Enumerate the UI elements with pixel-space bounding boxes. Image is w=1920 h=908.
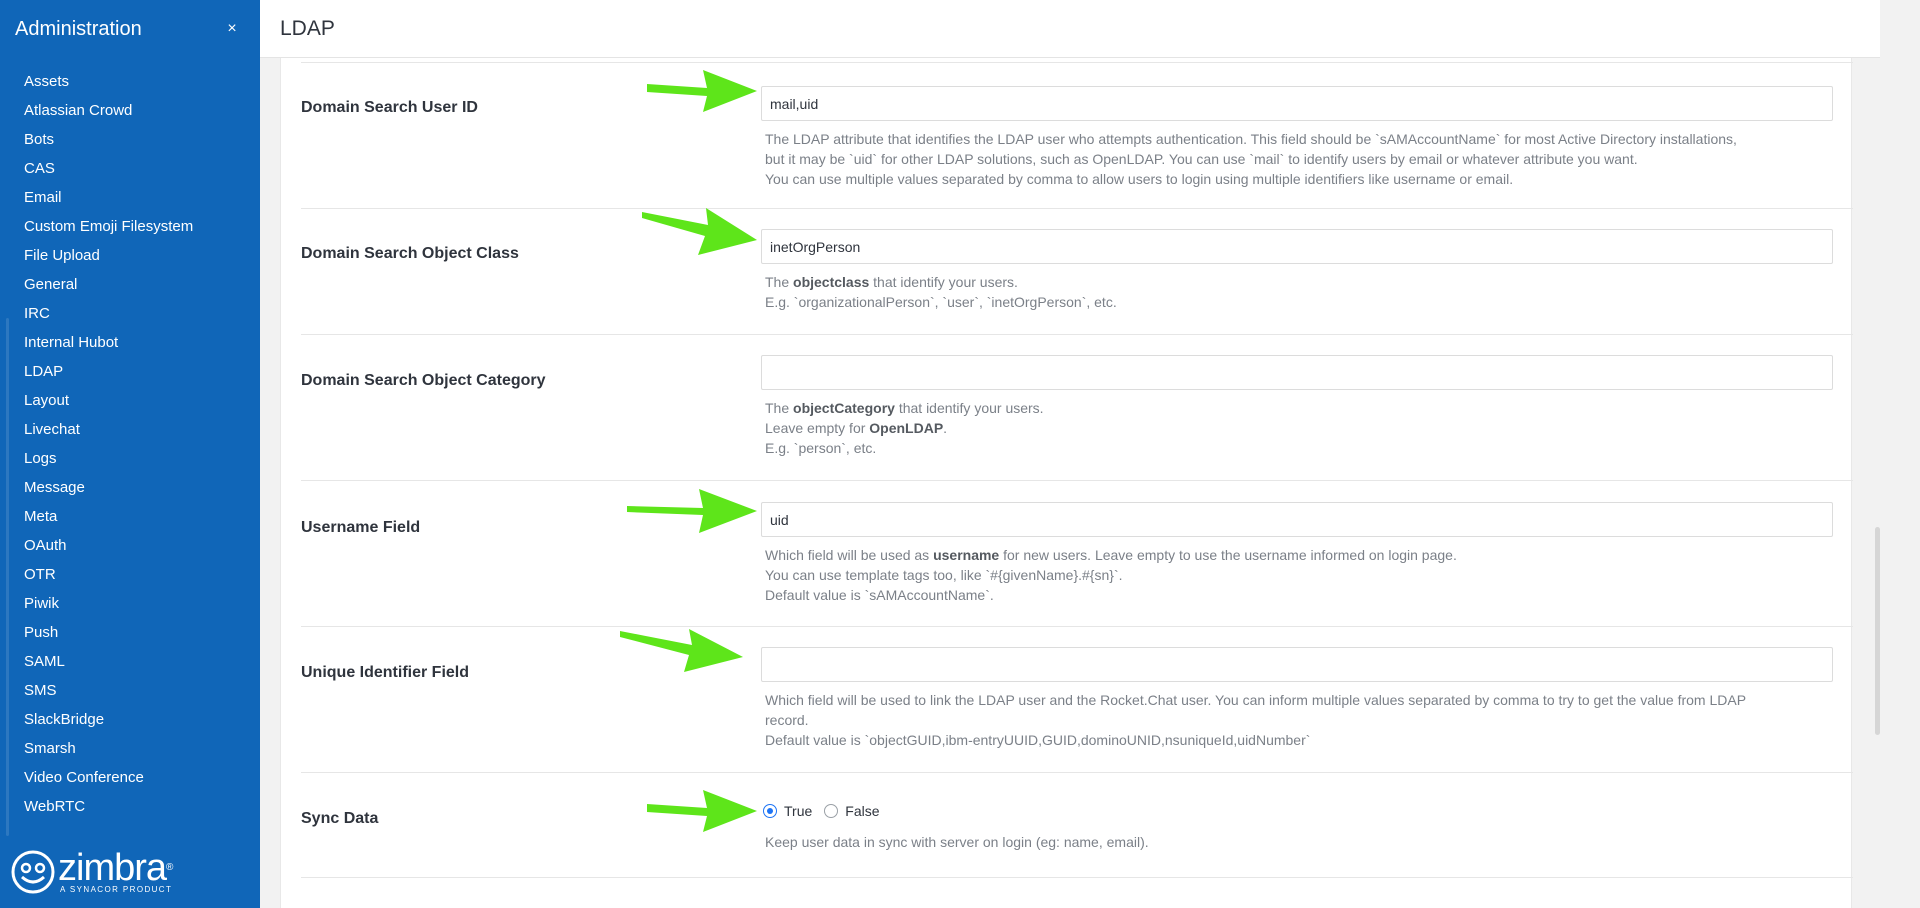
arrow-annotation-icon: [620, 629, 743, 672]
sidebar-item-logs[interactable]: Logs: [0, 444, 260, 473]
setting-domain-search-user-id: Domain Search User ID The LDAP attribute…: [301, 63, 1853, 209]
setting-unique-identifier-field: Unique Identifier Field Which field will…: [301, 627, 1853, 773]
sidebar-item-smarsh[interactable]: Smarsh: [0, 734, 260, 763]
domain-search-user-id-input[interactable]: [761, 86, 1833, 121]
sidebar-item-custom-emoji-filesystem[interactable]: Custom Emoji Filesystem: [0, 212, 260, 241]
description-line: The LDAP attribute that identifies the L…: [765, 131, 1737, 147]
sidebar-item-video-conference[interactable]: Video Conference: [0, 763, 260, 792]
arrow-annotation-icon: [647, 70, 757, 112]
sidebar-item-sms[interactable]: SMS: [0, 676, 260, 705]
setting-label: Domain Search Object Category: [301, 372, 546, 389]
sidebar-item-meta[interactable]: Meta: [0, 502, 260, 531]
brand-name: zimbra: [58, 847, 167, 889]
setting-label: Domain Search Object Class: [301, 245, 519, 262]
sync-data-false-radio[interactable]: [824, 804, 839, 818]
domain-search-object-category-input[interactable]: [761, 355, 1833, 390]
setting-description: The objectCategory that identify your us…: [761, 398, 1821, 458]
description-line: E.g. `person`, etc.: [765, 440, 877, 456]
sidebar-header: Administration ×: [0, 0, 260, 58]
setting-description: Which field will be used to link the LDA…: [761, 690, 1821, 750]
sidebar-item-oauth[interactable]: OAuth: [0, 531, 260, 560]
radio-label-true[interactable]: True: [784, 803, 812, 819]
sidebar-title: Administration: [15, 17, 142, 40]
description-line: E.g. `organizationalPerson`, `user`, `in…: [765, 294, 1117, 310]
description-line: You can use multiple values separated by…: [765, 171, 1514, 187]
page-header: LDAP: [260, 0, 1880, 58]
description-line: Leave empty for OpenLDAP.: [765, 420, 948, 436]
sidebar-item-push[interactable]: Push: [0, 618, 260, 647]
description-line: Default value is `sAMAccountName`.: [765, 587, 994, 603]
domain-search-object-class-input[interactable]: [761, 229, 1833, 264]
sidebar-item-cas[interactable]: CAS: [0, 154, 260, 183]
setting-label: Sync Data: [301, 810, 379, 827]
setting-label: Username Field: [301, 519, 421, 536]
sidebar-scrollbar[interactable]: [6, 318, 9, 836]
description-line: Which field will be used to link the LDA…: [765, 692, 1747, 708]
sidebar-item-general[interactable]: General: [0, 270, 260, 299]
radio-label-false[interactable]: False: [845, 803, 879, 819]
sidebar-item-bots[interactable]: Bots: [0, 125, 260, 154]
sidebar-item-webrtc[interactable]: WebRTC: [0, 792, 260, 821]
unique-identifier-field-input[interactable]: [761, 647, 1833, 682]
admin-sidebar: Administration × Assets Atlassian Crowd Bo…: [0, 0, 260, 908]
description-line: record.: [765, 712, 809, 728]
description-line: but it may be `uid` for other LDAP solut…: [765, 151, 1638, 167]
sidebar-item-otr[interactable]: OTR: [0, 560, 260, 589]
main-area: LDAP Domain Search User ID The LDAP attr…: [260, 0, 1880, 908]
arrow-annotation-icon: [627, 489, 757, 533]
setting-sync-data: Sync Data True False Keep user data in s…: [301, 773, 1853, 878]
main-scrollbar[interactable]: [1875, 527, 1880, 735]
brand-tagline: A SYNACOR PRODUCT: [60, 885, 173, 894]
sidebar-item-email[interactable]: Email: [0, 183, 260, 212]
description-line: The objectCategory that identify your us…: [765, 400, 1044, 416]
sidebar-item-saml[interactable]: SAML: [0, 647, 260, 676]
setting-domain-search-object-category: Domain Search Object Category The object…: [301, 335, 1853, 481]
arrow-annotation-icon: [642, 208, 757, 255]
sidebar-nav: Assets Atlassian Crowd Bots CAS Email Custom …: [0, 58, 260, 821]
sidebar-item-ldap[interactable]: LDAP: [0, 357, 260, 386]
setting-username-field: Username Field Which field will be used …: [301, 481, 1853, 627]
description-line: You can use template tags too, like `#{g…: [765, 567, 1123, 583]
setting-description: The objectclass that identify your users…: [761, 272, 1821, 312]
sidebar-item-assets[interactable]: Assets: [0, 67, 260, 96]
sidebar-item-message[interactable]: Message: [0, 473, 260, 502]
settings-panel: Domain Search User ID The LDAP attribute…: [280, 58, 1853, 908]
description-line: The objectclass that identify your users…: [765, 274, 1018, 290]
setting-description: Keep user data in sync with server on lo…: [765, 834, 1149, 850]
sidebar-item-irc[interactable]: IRC: [0, 299, 260, 328]
description-line: Which field will be used as username for…: [765, 547, 1457, 563]
sidebar-item-atlassian-crowd[interactable]: Atlassian Crowd: [0, 96, 260, 125]
sidebar-item-file-upload[interactable]: File Upload: [0, 241, 260, 270]
sync-data-true-radio[interactable]: [763, 804, 777, 818]
close-icon[interactable]: ×: [222, 20, 242, 38]
zimbra-logo: zimbra® A SYNACOR PRODUCT: [10, 848, 210, 896]
sidebar-item-slackbridge[interactable]: SlackBridge: [0, 705, 260, 734]
sync-data-radio-group: True False: [761, 801, 1833, 821]
setting-domain-search-object-class: Domain Search Object Class The objectcla…: [301, 209, 1853, 335]
username-field-input[interactable]: [761, 502, 1833, 537]
description-line: Default value is `objectGUID,ibm-entryUU…: [765, 732, 1311, 748]
arrow-annotation-icon: [647, 790, 757, 832]
setting-description: The LDAP attribute that identifies the L…: [761, 129, 1821, 189]
page-title: LDAP: [280, 16, 335, 40]
setting-label: Unique Identifier Field: [301, 664, 470, 681]
setting-label: Domain Search User ID: [301, 99, 478, 116]
sidebar-item-internal-hubot[interactable]: Internal Hubot: [0, 328, 260, 357]
sidebar-item-layout[interactable]: Layout: [0, 386, 260, 415]
setting-description: Which field will be used as username for…: [761, 545, 1821, 605]
sidebar-item-livechat[interactable]: Livechat: [0, 415, 260, 444]
brand-reg: ®: [166, 862, 173, 873]
sidebar-item-piwik[interactable]: Piwik: [0, 589, 260, 618]
zimbra-mascot-icon: [11, 850, 55, 894]
